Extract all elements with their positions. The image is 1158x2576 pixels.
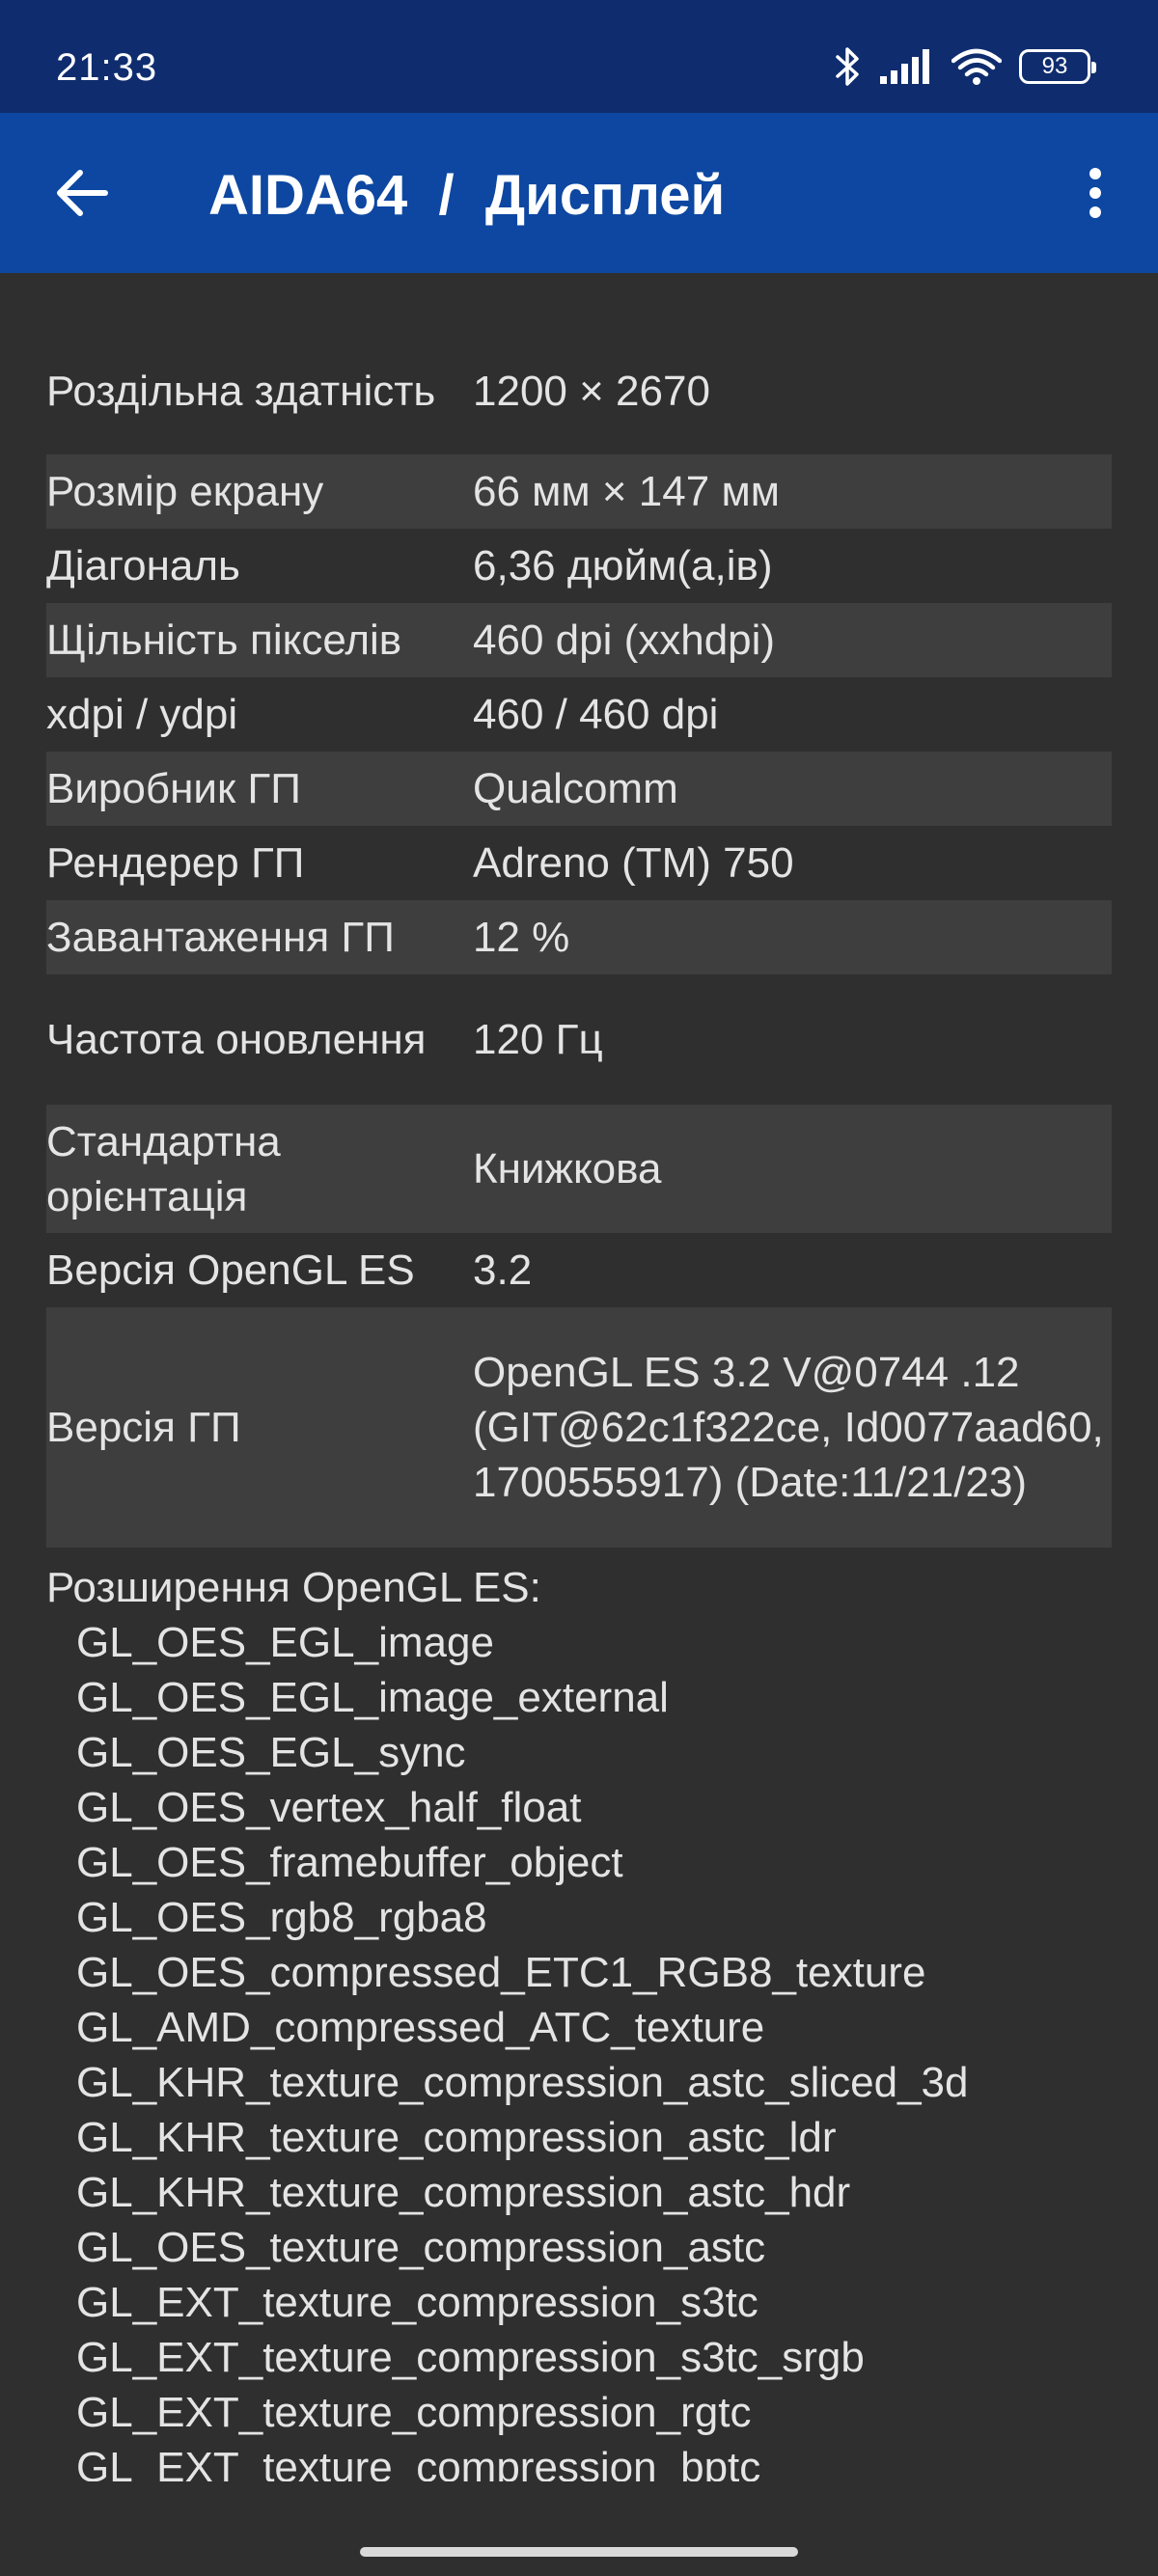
- info-value: 460 dpi (xxhdpi): [473, 617, 776, 664]
- list-item: GL_OES_texture_compression_astc: [76, 2224, 766, 2271]
- info-label: xdpi / ydpi: [46, 691, 238, 738]
- info-row-gpu-renderer: Рендерер ГП Adreno (TM) 750: [46, 826, 1112, 900]
- info-label: Версія ГП: [46, 1404, 241, 1451]
- info-label: Діагональ: [46, 542, 240, 589]
- info-value: 66 мм × 147 мм: [473, 468, 780, 515]
- info-row-xdpi-ydpi: xdpi / ydpi 460 / 460 dpi: [46, 677, 1112, 752]
- extensions-title: Розширення OpenGL ES:: [46, 1564, 541, 1611]
- info-row-orientation: Стандартна орієнтація Книжкова: [46, 1105, 1112, 1233]
- info-value: 3.2: [473, 1247, 533, 1294]
- list-item: GL_EXT_texture_compression_s3tc: [76, 2279, 758, 2326]
- info-row-pixel-density: Щільність пікселів 460 dpi (xxhdpi): [46, 603, 1112, 677]
- info-row-gpu-version: Версія ГП OpenGL ES 3.2 V@0744 .12 (GIT@…: [46, 1307, 1112, 1548]
- info-value: 12 %: [473, 914, 570, 961]
- info-label: Роздільна здатність: [46, 368, 436, 415]
- list-item: GL_OES_EGL_image: [76, 1619, 494, 1666]
- list-item: GL_OES_EGL_image_external: [76, 1674, 669, 1721]
- screen: 21:33 93 AIDA64 / Дисплей Роздільна здат…: [0, 0, 1158, 2576]
- info-label: Щільність пікселів: [46, 617, 402, 664]
- info-label: Частота оновлення: [46, 1016, 427, 1063]
- info-row-screen-size: Розмір екрану 66 мм × 147 мм: [46, 454, 1112, 529]
- info-value: 460 / 460 dpi: [473, 691, 719, 738]
- battery-level: 93: [1041, 53, 1068, 79]
- status-icons: 93: [834, 42, 1096, 91]
- list-item: GL_KHR_texture_compression_astc_sliced_3…: [76, 2059, 969, 2106]
- info-label: Рендерер ГП: [46, 839, 305, 887]
- arrow-left-icon: [57, 170, 108, 216]
- bluetooth-icon: [834, 45, 863, 88]
- overflow-menu-button[interactable]: [1052, 150, 1139, 236]
- nav-bar-area: [0, 2481, 1158, 2576]
- list-item: GL_KHR_texture_compression_astc_hdr: [76, 2169, 851, 2216]
- signal-icon: [880, 49, 934, 84]
- info-value: Adreno (TM) 750: [473, 839, 794, 887]
- info-value: Qualcomm: [473, 765, 678, 812]
- info-row-resolution: Роздільна здатність 1200 × 2670: [46, 328, 1112, 454]
- page-title: AIDA64 / Дисплей: [208, 164, 726, 227]
- battery-icon: 93: [1019, 49, 1096, 84]
- info-row-refresh-rate: Частота оновлення 120 Гц: [46, 974, 1112, 1105]
- more-vert-icon: [1089, 168, 1101, 218]
- extensions-list: GL_OES_EGL_image GL_OES_EGL_image_extern…: [46, 1615, 1112, 2495]
- list-item: GL_AMD_compressed_ATC_texture: [76, 2004, 765, 2051]
- list-item: GL_EXT_texture_compression_s3tc_srgb: [76, 2334, 865, 2381]
- home-indicator[interactable]: [360, 2547, 798, 2557]
- info-label: Стандартна орієнтація: [46, 1117, 281, 1220]
- info-value: Книжкова: [473, 1145, 662, 1192]
- list-item: GL_OES_compressed_ETC1_RGB8_texture: [76, 1949, 926, 1996]
- info-label: Виробник ГП: [46, 765, 301, 812]
- list-item: GL_OES_rgb8_rgba8: [76, 1894, 487, 1941]
- list-item: GL_OES_EGL_sync: [76, 1729, 466, 1776]
- info-row-gpu-vendor: Виробник ГП Qualcomm: [46, 752, 1112, 826]
- info-label: Версія OpenGL ES: [46, 1247, 415, 1294]
- status-time: 21:33: [56, 46, 158, 89]
- wifi-icon: [951, 47, 1002, 86]
- info-row-diagonal: Діагональ 6,36 дюйм(а,ів): [46, 529, 1112, 603]
- status-bar: 21:33 93: [0, 0, 1158, 113]
- info-row-opengl-version: Версія OpenGL ES 3.2: [46, 1233, 1112, 1307]
- display-info: Роздільна здатність 1200 × 2670 Розмір е…: [46, 328, 1112, 2495]
- info-value: 1200 × 2670: [473, 368, 710, 415]
- info-value: 120 Гц: [473, 1016, 603, 1063]
- list-item: GL_OES_framebuffer_object: [76, 1839, 623, 1886]
- back-button[interactable]: [39, 150, 125, 236]
- list-item: GL_KHR_texture_compression_astc_ldr: [76, 2114, 837, 2161]
- info-value: 6,36 дюйм(а,ів): [473, 542, 773, 589]
- list-item: GL_EXT_texture_compression_rgtc: [76, 2389, 752, 2436]
- info-label: Розмір екрану: [46, 468, 324, 515]
- app-bar: AIDA64 / Дисплей: [0, 113, 1158, 273]
- info-value: OpenGL ES 3.2 V@0744 .12 (GIT@62c1f322ce…: [473, 1349, 1104, 1506]
- info-row-gpu-load: Завантаження ГП 12 %: [46, 900, 1112, 974]
- list-item: GL_OES_vertex_half_float: [76, 1784, 582, 1831]
- info-label: Завантаження ГП: [46, 914, 395, 961]
